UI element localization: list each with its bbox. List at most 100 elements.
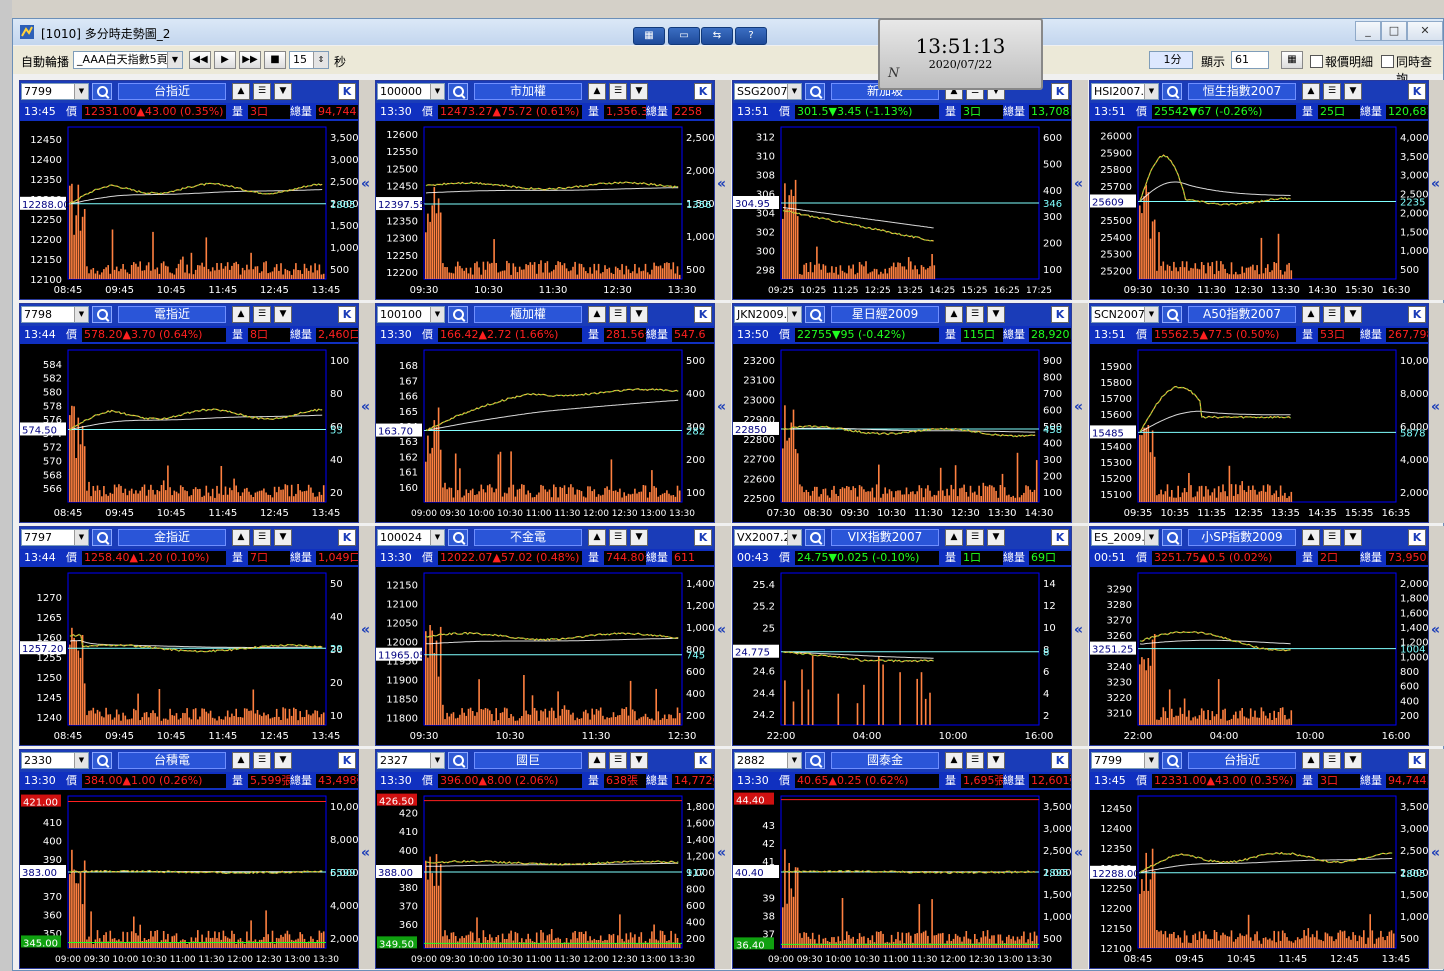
collapse-strip[interactable]: « bbox=[1072, 526, 1088, 746]
intraday-chart[interactable]: 168167166165164163162161160163.705004003… bbox=[376, 344, 715, 523]
sync-query-checkbox[interactable] bbox=[1381, 55, 1394, 68]
move-up-button[interactable]: ▲ bbox=[1302, 83, 1320, 100]
symbol-select[interactable]: SCN2007.2 ▼ bbox=[1091, 306, 1159, 323]
symbol-select[interactable]: VX2007.2 ▼ bbox=[734, 529, 802, 546]
dropdown-button[interactable]: ▼ bbox=[630, 529, 648, 546]
kline-button[interactable]: K bbox=[1051, 306, 1069, 323]
kline-button[interactable]: K bbox=[694, 306, 712, 323]
dropdown-button[interactable]: ▼ bbox=[987, 752, 1005, 769]
menu-list-button[interactable]: ☰ bbox=[1323, 752, 1341, 769]
play-button[interactable]: ▶ bbox=[214, 51, 236, 69]
help-button[interactable]: ? bbox=[735, 27, 767, 45]
kline-button[interactable]: K bbox=[694, 752, 712, 769]
menu-list-button[interactable]: ☰ bbox=[1323, 83, 1341, 100]
intraday-chart[interactable]: 421.00410400390383.00370360350345.00383.… bbox=[20, 790, 359, 969]
dropdown-button[interactable]: ▼ bbox=[1344, 306, 1362, 323]
move-up-button[interactable]: ▲ bbox=[945, 529, 963, 546]
dropdown-button[interactable]: ▼ bbox=[630, 83, 648, 100]
autoplay-group-select[interactable]: _AAA白天指數5頁 ▼ bbox=[73, 51, 183, 69]
search-button[interactable] bbox=[448, 83, 468, 100]
dropdown-button[interactable]: ▼ bbox=[1344, 529, 1362, 546]
move-up-button[interactable]: ▲ bbox=[232, 529, 250, 546]
collapse-strip[interactable]: « bbox=[715, 303, 731, 523]
menu-list-button[interactable]: ☰ bbox=[609, 306, 627, 323]
layout-button[interactable]: ▦ bbox=[633, 27, 665, 45]
intraday-chart[interactable]: 25.425.22524.824.624.424.224.77514121086… bbox=[733, 567, 1072, 746]
search-button[interactable] bbox=[1162, 306, 1182, 323]
menu-list-button[interactable]: ☰ bbox=[253, 83, 271, 100]
symbol-select[interactable]: 7798 ▼ bbox=[21, 306, 89, 323]
window-arrange-button[interactable]: ▭ bbox=[668, 27, 700, 45]
move-up-button[interactable]: ▲ bbox=[1302, 306, 1320, 323]
minimize-button[interactable]: _ bbox=[1355, 21, 1381, 41]
menu-list-button[interactable]: ☰ bbox=[609, 83, 627, 100]
rewind-button[interactable]: ◀◀ bbox=[189, 51, 211, 69]
menu-list-button[interactable]: ☰ bbox=[609, 529, 627, 546]
menu-list-button[interactable]: ☰ bbox=[253, 306, 271, 323]
menu-list-button[interactable]: ☰ bbox=[1323, 529, 1341, 546]
collapse-strip[interactable]: « bbox=[1429, 526, 1444, 746]
search-button[interactable] bbox=[1162, 83, 1182, 100]
collapse-strip[interactable]: « bbox=[359, 303, 375, 523]
intraday-chart[interactable]: 1215012100120501200011950119001185011800… bbox=[376, 567, 715, 746]
collapse-strip[interactable]: « bbox=[359, 749, 375, 969]
price-detail-checkbox[interactable] bbox=[1310, 55, 1323, 68]
symbol-select[interactable]: ES_2009.2 ▼ bbox=[1091, 529, 1159, 546]
intraday-chart[interactable]: 312310308306304302300298304.956005004003… bbox=[733, 121, 1072, 300]
search-button[interactable] bbox=[805, 306, 825, 323]
menu-list-button[interactable]: ☰ bbox=[609, 752, 627, 769]
kline-button[interactable]: K bbox=[1408, 306, 1426, 323]
kline-button[interactable]: K bbox=[694, 83, 712, 100]
kline-button[interactable]: K bbox=[338, 83, 356, 100]
search-button[interactable] bbox=[448, 529, 468, 546]
search-button[interactable] bbox=[92, 306, 112, 323]
symbol-select[interactable]: 7797 ▼ bbox=[21, 529, 89, 546]
intraday-chart[interactable]: 1245012400123501230012250122001215012100… bbox=[20, 121, 359, 300]
move-up-button[interactable]: ▲ bbox=[588, 306, 606, 323]
intraday-chart[interactable]: 2600025900258002570025600255002540025300… bbox=[1090, 121, 1429, 300]
maximize-button[interactable]: □ bbox=[1381, 21, 1407, 41]
interval-stepper[interactable]: 15 ⇕ bbox=[289, 51, 329, 69]
search-button[interactable] bbox=[805, 83, 825, 100]
menu-list-button[interactable]: ☰ bbox=[253, 752, 271, 769]
kline-button[interactable]: K bbox=[1408, 83, 1426, 100]
move-up-button[interactable]: ▲ bbox=[232, 306, 250, 323]
fast-forward-button[interactable]: ▶▶ bbox=[239, 51, 261, 69]
search-button[interactable] bbox=[1162, 752, 1182, 769]
collapse-strip[interactable]: « bbox=[1429, 749, 1444, 969]
link-button[interactable]: ⇆ bbox=[701, 27, 733, 45]
symbol-select[interactable]: 100100 ▼ bbox=[377, 306, 445, 323]
move-up-button[interactable]: ▲ bbox=[588, 83, 606, 100]
title-bar[interactable]: [1010] 多分時走勢圖_2 ▦ ▭ ⇆ ? _ □ ✕ bbox=[13, 19, 1443, 45]
intraday-chart[interactable]: 44.4043424140.4039383736.4040.403,5003,0… bbox=[733, 790, 1072, 969]
collapse-strip[interactable]: « bbox=[1072, 303, 1088, 523]
intraday-chart[interactable]: 426.50420410400388.00380370360349.50388.… bbox=[376, 790, 715, 969]
search-button[interactable] bbox=[92, 529, 112, 546]
symbol-select[interactable]: SSG2007.2 ▼ bbox=[734, 83, 802, 100]
move-up-button[interactable]: ▲ bbox=[1302, 529, 1320, 546]
search-button[interactable] bbox=[1162, 529, 1182, 546]
symbol-select[interactable]: 7799 ▼ bbox=[21, 83, 89, 100]
dropdown-button[interactable]: ▼ bbox=[987, 306, 1005, 323]
search-button[interactable] bbox=[448, 752, 468, 769]
collapse-strip[interactable]: « bbox=[715, 749, 731, 969]
intraday-chart[interactable]: 12701265126012551250124512401257.2050403… bbox=[20, 567, 359, 746]
menu-list-button[interactable]: ☰ bbox=[1323, 306, 1341, 323]
close-button[interactable]: ✕ bbox=[1407, 21, 1443, 41]
menu-list-button[interactable]: ☰ bbox=[966, 306, 984, 323]
kline-button[interactable]: K bbox=[1051, 529, 1069, 546]
search-button[interactable] bbox=[92, 83, 112, 100]
dropdown-button[interactable]: ▼ bbox=[987, 529, 1005, 546]
move-up-button[interactable]: ▲ bbox=[945, 752, 963, 769]
intraday-chart[interactable]: 584582580578576574572570568566574.501008… bbox=[20, 344, 359, 523]
collapse-strip[interactable]: « bbox=[359, 80, 375, 300]
dropdown-button[interactable]: ▼ bbox=[1344, 752, 1362, 769]
symbol-select[interactable]: HSI2007.2 ▼ bbox=[1091, 83, 1159, 100]
move-up-button[interactable]: ▲ bbox=[1302, 752, 1320, 769]
intraday-chart[interactable]: 1590015800157001560015500154001530015200… bbox=[1090, 344, 1429, 523]
kline-button[interactable]: K bbox=[338, 529, 356, 546]
kline-button[interactable]: K bbox=[1408, 752, 1426, 769]
period-select[interactable]: 1分 bbox=[1149, 51, 1193, 69]
symbol-select[interactable]: 100024 ▼ bbox=[377, 529, 445, 546]
symbol-select[interactable]: 2330 ▼ bbox=[21, 752, 89, 769]
